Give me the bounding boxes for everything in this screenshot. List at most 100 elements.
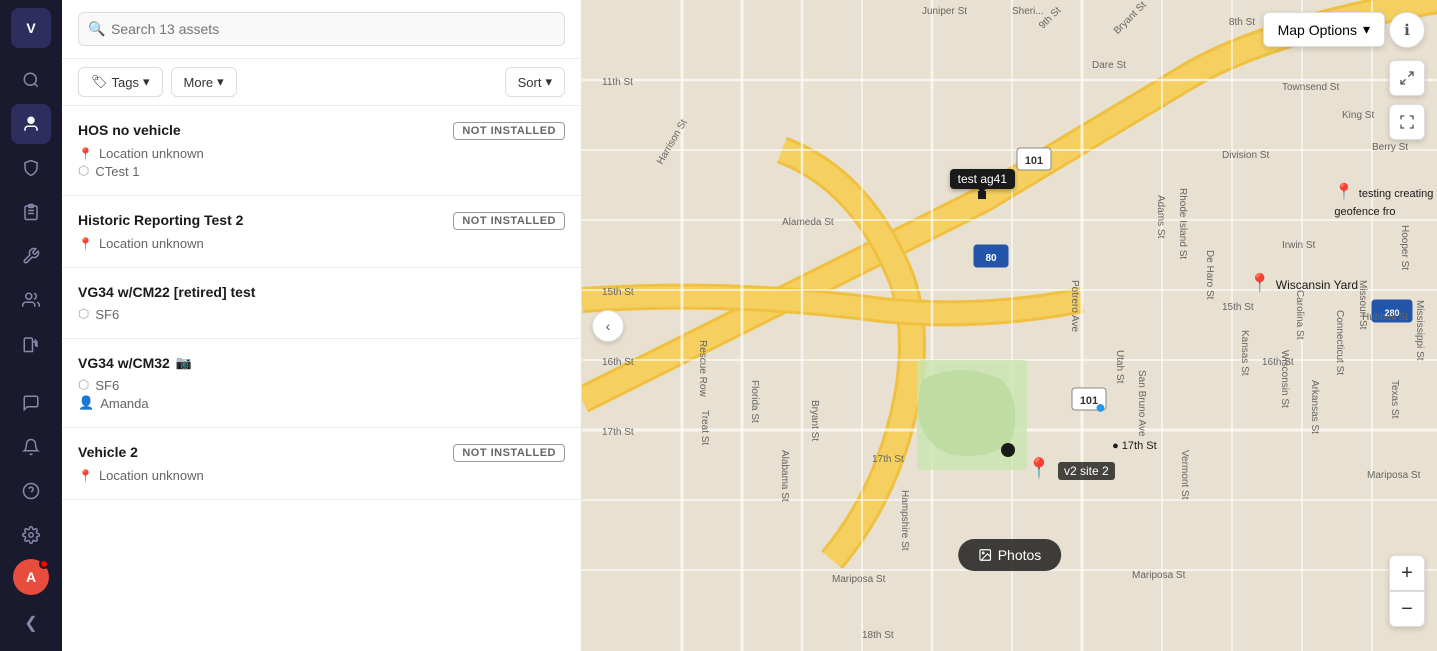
svg-text:San Bruno Ave: San Bruno Ave	[1136, 370, 1147, 437]
group-icon: ⬡	[78, 163, 89, 179]
svg-text:8th St: 8th St	[1229, 17, 1255, 28]
svg-text:16th St: 16th St	[1262, 357, 1294, 368]
asset-name: VG34 w/CM32 📷	[78, 355, 192, 371]
svg-text:Mariposa St: Mariposa St	[1367, 470, 1421, 481]
camera-icon: 📷	[176, 355, 192, 371]
map-marker-dot[interactable]	[1001, 443, 1015, 457]
asset-name: Vehicle 2	[78, 444, 138, 460]
svg-text:Juniper St: Juniper St	[922, 6, 967, 17]
icon-sidebar: V	[0, 0, 62, 651]
map-collapse-button[interactable]: ‹	[592, 310, 624, 342]
map-marker-17th-st[interactable]: ● 17th St	[1112, 436, 1157, 454]
asset-name: HOS no vehicle	[78, 122, 181, 138]
map-zoom-in-button[interactable]: +	[1389, 555, 1425, 591]
more-label: More	[184, 75, 214, 90]
svg-text:Irwin St: Irwin St	[1282, 240, 1316, 251]
svg-text:Hooper St: Hooper St	[1399, 225, 1410, 270]
svg-text:Rescue Row: Rescue Row	[697, 340, 708, 397]
svg-text:Bryant St: Bryant St	[809, 400, 820, 441]
location-text: Location unknown	[99, 146, 204, 161]
nav-tools[interactable]	[11, 236, 51, 276]
asset-name: Historic Reporting Test 2	[78, 212, 243, 228]
person-icon: 👤	[78, 395, 94, 411]
marker-label-wiscansin-yard: Wiscansin Yard	[1276, 278, 1358, 292]
expand-icon	[1399, 70, 1415, 86]
map-marker-geofence[interactable]: 📍 testing creating geofence fro	[1334, 182, 1437, 220]
location-text: Location unknown	[99, 468, 204, 483]
svg-text:80: 80	[985, 253, 997, 264]
group-text: SF6	[95, 307, 119, 322]
fullscreen-icon	[1399, 114, 1415, 130]
svg-text:Hubbell St: Hubbell St	[1362, 312, 1408, 323]
map-marker-wiscansin-yard[interactable]: 📍 Wiscansin Yard	[1249, 273, 1358, 294]
group-text: SF6	[95, 378, 119, 393]
svg-text:Mississippi St: Mississippi St	[1414, 300, 1425, 361]
nav-search[interactable]	[11, 60, 51, 100]
svg-text:Alameda St: Alameda St	[782, 217, 834, 228]
svg-text:Utah St: Utah St	[1114, 350, 1125, 384]
asset-name: VG34 w/CM22 [retired] test	[78, 284, 255, 300]
user-avatar-wrap[interactable]: A	[13, 559, 49, 595]
nav-people[interactable]	[11, 280, 51, 320]
more-button[interactable]: More ▾	[171, 67, 237, 97]
asset-item[interactable]: Historic Reporting Test 2 NOT INSTALLED …	[62, 196, 581, 268]
map-options-label: Map Options	[1278, 22, 1357, 38]
svg-text:Rhode Island St: Rhode Island St	[1177, 188, 1188, 259]
asset-person: 👤 Amanda	[78, 395, 565, 411]
zoom-out-icon: −	[1401, 598, 1413, 621]
svg-text:Potrero Ave: Potrero Ave	[1069, 280, 1080, 333]
map-info-button[interactable]: ℹ	[1389, 12, 1425, 48]
svg-text:Sheri...: Sheri...	[1012, 6, 1044, 17]
filter-bar: 🏷 Tags ▾ More ▾ Sort ▾	[62, 59, 581, 106]
map-marker-blue-dot[interactable]: ●	[1095, 397, 1106, 418]
nav-clipboard[interactable]	[11, 192, 51, 232]
asset-item[interactable]: HOS no vehicle NOT INSTALLED 📍 Location …	[62, 106, 581, 196]
svg-text:Treat St: Treat St	[699, 410, 710, 445]
search-input-wrap: 🔍	[78, 12, 565, 46]
asset-item[interactable]: VG34 w/CM22 [retired] test ⬡ SF6	[62, 268, 581, 339]
svg-text:101: 101	[1025, 155, 1043, 167]
map-area: 101 80 101 280 9th St Bryant St 8th St 1…	[582, 0, 1437, 651]
nav-help[interactable]	[11, 471, 51, 511]
nav-assets[interactable]	[11, 104, 51, 144]
location-text: Location unknown	[99, 236, 204, 251]
map-zoom-out-button[interactable]: −	[1389, 591, 1425, 627]
asset-group: ⬡ CTest 1	[78, 163, 565, 179]
nav-settings[interactable]	[11, 515, 51, 555]
svg-text:Connecticut St: Connecticut St	[1334, 310, 1345, 375]
nav-bell[interactable]	[11, 427, 51, 467]
map-marker-test-ag41[interactable]: test ag41	[950, 169, 1015, 199]
nav-chat[interactable]	[11, 383, 51, 423]
nav-fuel[interactable]	[11, 324, 51, 364]
asset-item[interactable]: Vehicle 2 NOT INSTALLED 📍 Location unkno…	[62, 428, 581, 500]
tags-button[interactable]: 🏷 Tags ▾	[78, 67, 163, 97]
svg-text:15th St: 15th St	[1222, 302, 1254, 313]
svg-text:16th St: 16th St	[602, 357, 634, 368]
svg-text:Dare St: Dare St	[1092, 60, 1126, 71]
info-icon: ℹ	[1404, 21, 1410, 39]
svg-text:Arkansas St: Arkansas St	[1309, 380, 1320, 434]
group-icon: ⬡	[78, 377, 89, 393]
map-marker-v2-site-2[interactable]: 📍 v2 site 2	[1027, 456, 1115, 481]
notification-badge	[39, 559, 49, 569]
asset-location: 📍 Location unknown	[78, 146, 565, 161]
app-logo[interactable]: V	[11, 8, 51, 48]
svg-text:Florida St: Florida St	[749, 380, 760, 423]
collapse-button[interactable]: ❮	[11, 603, 51, 643]
nav-shield[interactable]	[11, 148, 51, 188]
svg-text:Kansas St: Kansas St	[1239, 330, 1250, 376]
svg-text:Alabama St: Alabama St	[779, 450, 790, 502]
search-input[interactable]	[78, 12, 565, 46]
blue-dot-icon: ●	[1095, 397, 1106, 417]
photos-button[interactable]: Photos	[958, 539, 1062, 571]
person-text: Amanda	[100, 396, 148, 411]
svg-text:Mariposa St: Mariposa St	[832, 574, 886, 585]
asset-item[interactable]: VG34 w/CM32 📷 ⬡ SF6 👤 Amanda	[62, 339, 581, 428]
zoom-in-icon: +	[1401, 562, 1413, 585]
svg-text:17th St: 17th St	[602, 427, 634, 438]
map-fullscreen-button[interactable]	[1389, 104, 1425, 140]
sort-button[interactable]: Sort ▾	[505, 67, 565, 97]
search-bar: 🔍	[62, 0, 581, 59]
map-expand-button[interactable]	[1389, 60, 1425, 96]
map-options-button[interactable]: Map Options ▾	[1263, 12, 1385, 47]
